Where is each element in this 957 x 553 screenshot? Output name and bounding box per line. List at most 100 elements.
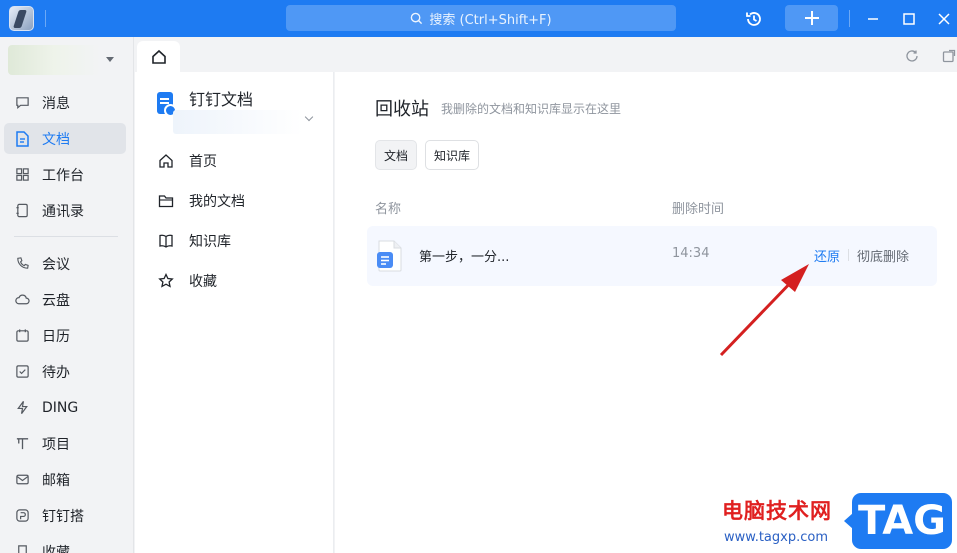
sidebar-item-label: DING bbox=[42, 399, 79, 416]
sidebar-item-label: 钉钉搭 bbox=[42, 508, 84, 525]
message-icon bbox=[14, 95, 30, 111]
contacts-icon bbox=[14, 203, 30, 219]
sidebar-divider bbox=[14, 236, 118, 237]
sidebar-item-cloud-drive[interactable]: 云盘 bbox=[4, 284, 126, 315]
titlebar-divider bbox=[849, 10, 850, 27]
home-icon bbox=[157, 152, 175, 170]
close-icon bbox=[938, 13, 950, 25]
sidebar-item-contacts[interactable]: 通讯录 bbox=[4, 195, 126, 226]
search-bar[interactable]: 搜索 (Ctrl+Shift+F) bbox=[286, 5, 676, 31]
folder-icon bbox=[157, 192, 175, 210]
action-divider bbox=[848, 249, 849, 261]
tab-home[interactable] bbox=[137, 41, 180, 73]
mail-icon bbox=[14, 472, 30, 488]
sidebar-item-ding[interactable]: DING bbox=[4, 392, 126, 423]
sidebar-item-meeting[interactable]: 会议 bbox=[4, 248, 126, 279]
title-bar: 搜索 (Ctrl+Shift+F) bbox=[0, 0, 957, 37]
book-icon bbox=[157, 232, 175, 250]
row-doc-name: 第一步，一分... bbox=[419, 250, 510, 265]
maximize-button[interactable] bbox=[898, 8, 920, 30]
workspace-selector[interactable] bbox=[173, 110, 303, 134]
meeting-icon bbox=[14, 256, 30, 272]
sidebar-item-label: 项目 bbox=[42, 436, 70, 453]
page-title: 回收站 bbox=[375, 99, 429, 120]
search-icon bbox=[411, 12, 423, 24]
column-header-deleted-time: 删除时间 bbox=[672, 202, 725, 217]
watermark-badge: TAG bbox=[844, 493, 952, 549]
annotation-arrow bbox=[719, 264, 809, 357]
page-description: 我删除的文档和知识库显示在这里 bbox=[441, 102, 622, 116]
minimize-icon bbox=[868, 18, 878, 20]
calendar-icon bbox=[14, 328, 30, 344]
sidebar-item-favorites[interactable]: 收藏 bbox=[4, 536, 126, 553]
watermark-url: www.tagxp.com bbox=[724, 530, 828, 545]
sidebar-item-project[interactable]: 项目 bbox=[4, 428, 126, 459]
sidebar-item-documents[interactable]: 文档 bbox=[4, 123, 126, 154]
sidebar-item-calendar[interactable]: 日历 bbox=[4, 320, 126, 351]
sidebar-item-label: 邮箱 bbox=[42, 472, 70, 489]
chevron-down-icon[interactable] bbox=[304, 112, 314, 122]
open-window-button[interactable] bbox=[941, 48, 957, 64]
table-row[interactable]: 第一步，一分... 14:34 还原 彻底删除 bbox=[367, 226, 937, 286]
sidebar-item-label: 待办 bbox=[42, 364, 70, 381]
column-header-name: 名称 bbox=[375, 202, 402, 217]
permanent-delete-button[interactable]: 彻底删除 bbox=[857, 246, 909, 265]
plus-icon bbox=[804, 11, 819, 25]
docnav-item-label: 知识库 bbox=[189, 234, 231, 250]
docnav-item-label: 收藏 bbox=[189, 274, 217, 290]
maximize-icon bbox=[903, 13, 915, 25]
open-window-icon bbox=[942, 49, 956, 63]
search-placeholder: 搜索 (Ctrl+Shift+F) bbox=[429, 12, 552, 28]
sidebar-item-label: 会议 bbox=[42, 256, 70, 273]
document-icon bbox=[14, 130, 30, 147]
sidebar-item-label: 工作台 bbox=[42, 167, 84, 184]
project-icon bbox=[14, 436, 30, 452]
chevron-down-icon[interactable] bbox=[106, 57, 114, 62]
todo-icon bbox=[14, 364, 30, 380]
workbench-icon bbox=[14, 167, 30, 183]
watermark-text: 电脑技术网 bbox=[722, 499, 832, 523]
home-icon bbox=[151, 49, 166, 64]
sidebar-item-workbench[interactable]: 工作台 bbox=[4, 159, 126, 190]
docnav-item-my-docs[interactable]: 我的文档 bbox=[157, 189, 245, 213]
create-button[interactable] bbox=[785, 5, 838, 31]
history-button[interactable] bbox=[743, 8, 765, 30]
star-icon bbox=[157, 272, 175, 290]
docnav-item-label: 首页 bbox=[189, 154, 217, 170]
cloud-drive-icon bbox=[14, 292, 30, 308]
titlebar-divider bbox=[45, 10, 46, 27]
close-button[interactable] bbox=[933, 8, 955, 30]
docnav-item-home[interactable]: 首页 bbox=[157, 149, 217, 173]
refresh-icon bbox=[906, 50, 918, 62]
filter-documents-button[interactable]: 文档 bbox=[375, 140, 418, 170]
favorites-icon bbox=[14, 544, 30, 553]
history-icon bbox=[746, 12, 761, 26]
dingda-icon bbox=[14, 508, 30, 524]
tab-strip bbox=[135, 37, 957, 73]
recycle-bin-panel: 回收站 我删除的文档和知识库显示在这里 文档 知识库 名称 删除时间 第一步，一… bbox=[335, 72, 957, 553]
sidebar-item-messages[interactable]: 消息 bbox=[4, 87, 126, 118]
sidebar-item-label: 日历 bbox=[42, 328, 70, 345]
docnav-item-label: 我的文档 bbox=[189, 194, 245, 210]
user-avatar[interactable] bbox=[8, 45, 100, 75]
restore-button[interactable]: 还原 bbox=[814, 246, 840, 265]
docnav-item-knowledge-base[interactable]: 知识库 bbox=[157, 229, 231, 253]
docs-logo-icon bbox=[157, 92, 177, 117]
sidebar-item-dingda[interactable]: 钉钉搭 bbox=[4, 500, 126, 531]
sidebar-item-mail[interactable]: 邮箱 bbox=[4, 464, 126, 495]
docs-title: 钉钉文档 bbox=[189, 90, 254, 109]
filter-knowledge-base-button[interactable]: 知识库 bbox=[425, 140, 480, 170]
sidebar-item-todo[interactable]: 待办 bbox=[4, 356, 126, 387]
row-deleted-time: 14:34 bbox=[672, 246, 710, 261]
docnav-item-favorites[interactable]: 收藏 bbox=[157, 269, 217, 293]
sidebar-item-label: 消息 bbox=[42, 95, 70, 112]
doc-file-icon bbox=[377, 240, 402, 272]
refresh-button[interactable] bbox=[904, 48, 920, 64]
sidebar: 消息 文档 工作台 通讯录 会议 云盘 日历 待办 DING 项目 邮箱 钉钉搭… bbox=[0, 37, 134, 553]
sidebar-item-label: 文档 bbox=[42, 131, 70, 148]
app-logo[interactable] bbox=[9, 6, 34, 31]
sidebar-item-label: 云盘 bbox=[42, 292, 70, 309]
minimize-button[interactable] bbox=[862, 8, 884, 30]
docs-nav-panel: 钉钉文档 首页 我的文档 知识库 收藏 bbox=[135, 72, 334, 553]
ding-icon bbox=[14, 400, 30, 416]
